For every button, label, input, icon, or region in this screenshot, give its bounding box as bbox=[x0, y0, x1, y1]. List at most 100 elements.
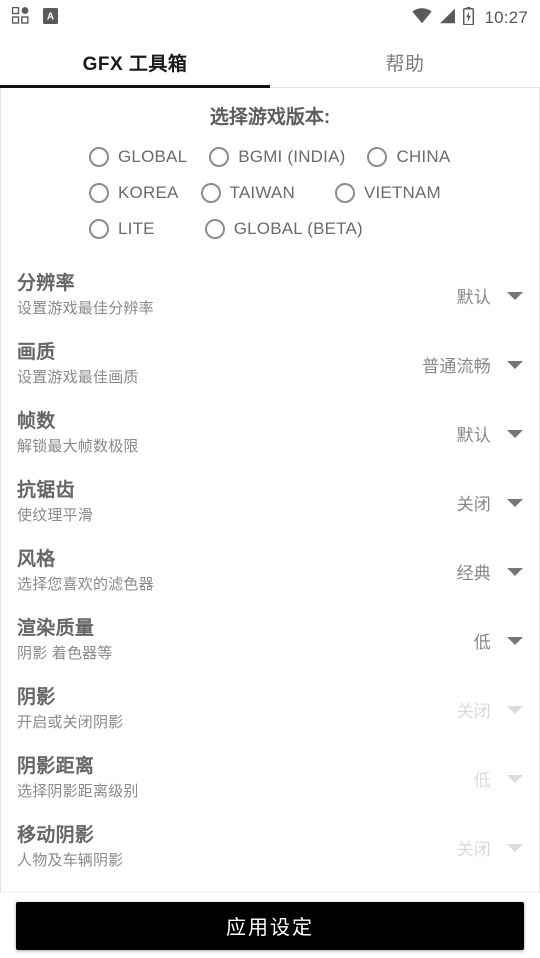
setting-dropdown[interactable]: 低 bbox=[474, 628, 523, 653]
app-root: A 10:27 GFX 工具箱 帮助 选择游戏版本: GLOBAL BGMI (… bbox=[0, 0, 540, 958]
setting-value: 关闭 bbox=[456, 495, 491, 514]
status-bar-clock: 10:27 bbox=[484, 8, 528, 27]
setting-subtitle: 选择您喜欢的滤色器 bbox=[17, 576, 154, 593]
setting-dropdown[interactable]: 默认 bbox=[457, 283, 523, 308]
setting-dropdown[interactable]: 默认 bbox=[457, 421, 523, 446]
setting-title: 风格 bbox=[17, 549, 56, 570]
version-section-header: 选择游戏版本: bbox=[209, 107, 331, 128]
setting-dropdown: 低 bbox=[474, 766, 523, 791]
setting-title: 画质 bbox=[17, 342, 56, 363]
tab-gfx-toolbox[interactable]: GFX 工具箱 bbox=[0, 36, 270, 88]
a-badge-icon: A bbox=[43, 7, 58, 29]
apply-settings-button[interactable]: 应用设定 bbox=[16, 901, 524, 950]
chevron-down-icon bbox=[507, 360, 523, 369]
setting-row-shadow[interactable]: 阴影 开启或关闭阴影 关闭 bbox=[1, 675, 539, 744]
radio-circle-icon bbox=[204, 219, 225, 239]
setting-dropdown[interactable]: 关闭 bbox=[457, 490, 523, 515]
game-version-radio-group: GLOBAL BGMI (INDIA) CHINA KOREA TAIWAN V… bbox=[1, 139, 539, 247]
setting-value: 低 bbox=[473, 633, 491, 652]
radio-option-korea[interactable]: KOREA bbox=[89, 183, 179, 203]
setting-value: 默认 bbox=[456, 288, 491, 307]
setting-subtitle: 人物及车辆阴影 bbox=[17, 852, 124, 869]
setting-dropdown: 关闭 bbox=[457, 835, 523, 860]
radio-label: KOREA bbox=[118, 183, 179, 202]
radio-circle-icon bbox=[89, 183, 109, 203]
setting-title: 分辨率 bbox=[17, 273, 75, 294]
tab-help[interactable]: 帮助 bbox=[270, 36, 540, 88]
wifi-icon bbox=[412, 7, 433, 29]
app-grid-icon bbox=[11, 6, 29, 29]
setting-text: 移动阴影 人物及车辆阴影 bbox=[17, 824, 123, 871]
settings-scroll-area[interactable]: 选择游戏版本: GLOBAL BGMI (INDIA) CHINA KOREA … bbox=[0, 88, 540, 893]
svg-text:A: A bbox=[47, 11, 54, 22]
radio-row: LITE GLOBAL (BETA) bbox=[1, 211, 539, 247]
radio-label: GLOBAL bbox=[118, 147, 188, 166]
radio-row: KOREA TAIWAN VIETNAM bbox=[1, 175, 539, 211]
status-bar-right-icons: 10:27 bbox=[412, 6, 528, 30]
chevron-down-icon bbox=[507, 843, 523, 852]
setting-value: 关闭 bbox=[456, 840, 491, 859]
radio-circle-icon bbox=[200, 183, 221, 203]
radio-label: LITE bbox=[118, 219, 155, 238]
setting-value: 低 bbox=[473, 771, 491, 790]
setting-subtitle: 选择阴影距离级别 bbox=[17, 783, 139, 800]
setting-text: 阴影距离 选择阴影距离级别 bbox=[17, 755, 139, 802]
setting-subtitle: 设置游戏最佳分辨率 bbox=[17, 300, 154, 317]
radio-option-global-beta[interactable]: GLOBAL (BETA) bbox=[204, 219, 363, 239]
signal-icon bbox=[439, 8, 456, 29]
setting-text: 画质 设置游戏最佳画质 bbox=[17, 341, 139, 388]
setting-text: 帧数 解锁最大帧数极限 bbox=[17, 410, 139, 457]
chevron-down-icon bbox=[507, 636, 523, 645]
setting-text: 分辨率 设置游戏最佳分辨率 bbox=[17, 272, 154, 319]
setting-dropdown[interactable]: 普通流畅 bbox=[422, 352, 523, 377]
setting-title: 渲染质量 bbox=[17, 618, 95, 639]
chevron-down-icon bbox=[507, 291, 523, 300]
radio-circle-icon bbox=[367, 147, 388, 167]
setting-row-graphics[interactable]: 画质 设置游戏最佳画质 普通流畅 bbox=[1, 330, 539, 399]
setting-value: 经典 bbox=[456, 564, 491, 583]
chevron-down-icon bbox=[507, 498, 523, 507]
setting-title: 阴影距离 bbox=[17, 756, 95, 777]
setting-text: 抗锯齿 使纹理平滑 bbox=[17, 479, 93, 526]
setting-value: 默认 bbox=[456, 426, 491, 445]
radio-row: GLOBAL BGMI (INDIA) CHINA bbox=[1, 139, 539, 175]
setting-row-fps[interactable]: 帧数 解锁最大帧数极限 默认 bbox=[1, 399, 539, 468]
setting-title: 阴影 bbox=[17, 687, 56, 708]
bottom-action-bar: 应用设定 bbox=[0, 893, 540, 958]
radio-circle-icon bbox=[89, 147, 109, 167]
radio-circle-icon bbox=[334, 183, 355, 203]
setting-title: 移动阴影 bbox=[17, 825, 95, 846]
setting-dropdown[interactable]: 经典 bbox=[457, 559, 523, 584]
status-bar: A 10:27 bbox=[0, 0, 540, 36]
setting-subtitle: 设置游戏最佳画质 bbox=[17, 369, 139, 386]
radio-option-taiwan[interactable]: TAIWAN bbox=[200, 183, 295, 203]
setting-row-antialiasing[interactable]: 抗锯齿 使纹理平滑 关闭 bbox=[1, 468, 539, 537]
battery-charging-icon bbox=[463, 6, 475, 30]
setting-row-render-quality[interactable]: 渲染质量 阴影 着色器等 低 bbox=[1, 606, 539, 675]
setting-row-texture-quality[interactable]: 纹理质量 默认 bbox=[1, 882, 539, 893]
tab-bar: GFX 工具箱 帮助 bbox=[0, 36, 540, 88]
setting-row-shadow-distance[interactable]: 阴影距离 选择阴影距离级别 低 bbox=[1, 744, 539, 813]
setting-subtitle: 使纹理平滑 bbox=[17, 507, 94, 524]
setting-dropdown: 关闭 bbox=[457, 697, 523, 722]
radio-label: BGMI (INDIA) bbox=[238, 147, 346, 166]
setting-title: 抗锯齿 bbox=[17, 480, 75, 501]
setting-row-style[interactable]: 风格 选择您喜欢的滤色器 经典 bbox=[1, 537, 539, 606]
radio-option-global[interactable]: GLOBAL bbox=[89, 147, 187, 167]
setting-value: 关闭 bbox=[456, 702, 491, 721]
setting-text: 风格 选择您喜欢的滤色器 bbox=[17, 548, 154, 595]
radio-option-china[interactable]: CHINA bbox=[367, 147, 450, 167]
setting-subtitle: 阴影 着色器等 bbox=[17, 645, 113, 662]
chevron-down-icon bbox=[507, 567, 523, 576]
setting-subtitle: 开启或关闭阴影 bbox=[17, 714, 124, 731]
setting-value: 普通流畅 bbox=[422, 357, 491, 376]
radio-option-vietnam[interactable]: VIETNAM bbox=[334, 183, 441, 203]
radio-label: GLOBAL (BETA) bbox=[233, 219, 363, 238]
radio-label: CHINA bbox=[396, 147, 451, 166]
setting-row-moving-shadow[interactable]: 移动阴影 人物及车辆阴影 关闭 bbox=[1, 813, 539, 882]
chevron-down-icon bbox=[507, 705, 523, 714]
radio-option-lite[interactable]: LITE bbox=[89, 219, 155, 239]
setting-row-resolution[interactable]: 分辨率 设置游戏最佳分辨率 默认 bbox=[1, 261, 539, 330]
radio-option-bgmi-india[interactable]: BGMI (INDIA) bbox=[209, 147, 345, 167]
radio-label: TAIWAN bbox=[229, 183, 295, 202]
